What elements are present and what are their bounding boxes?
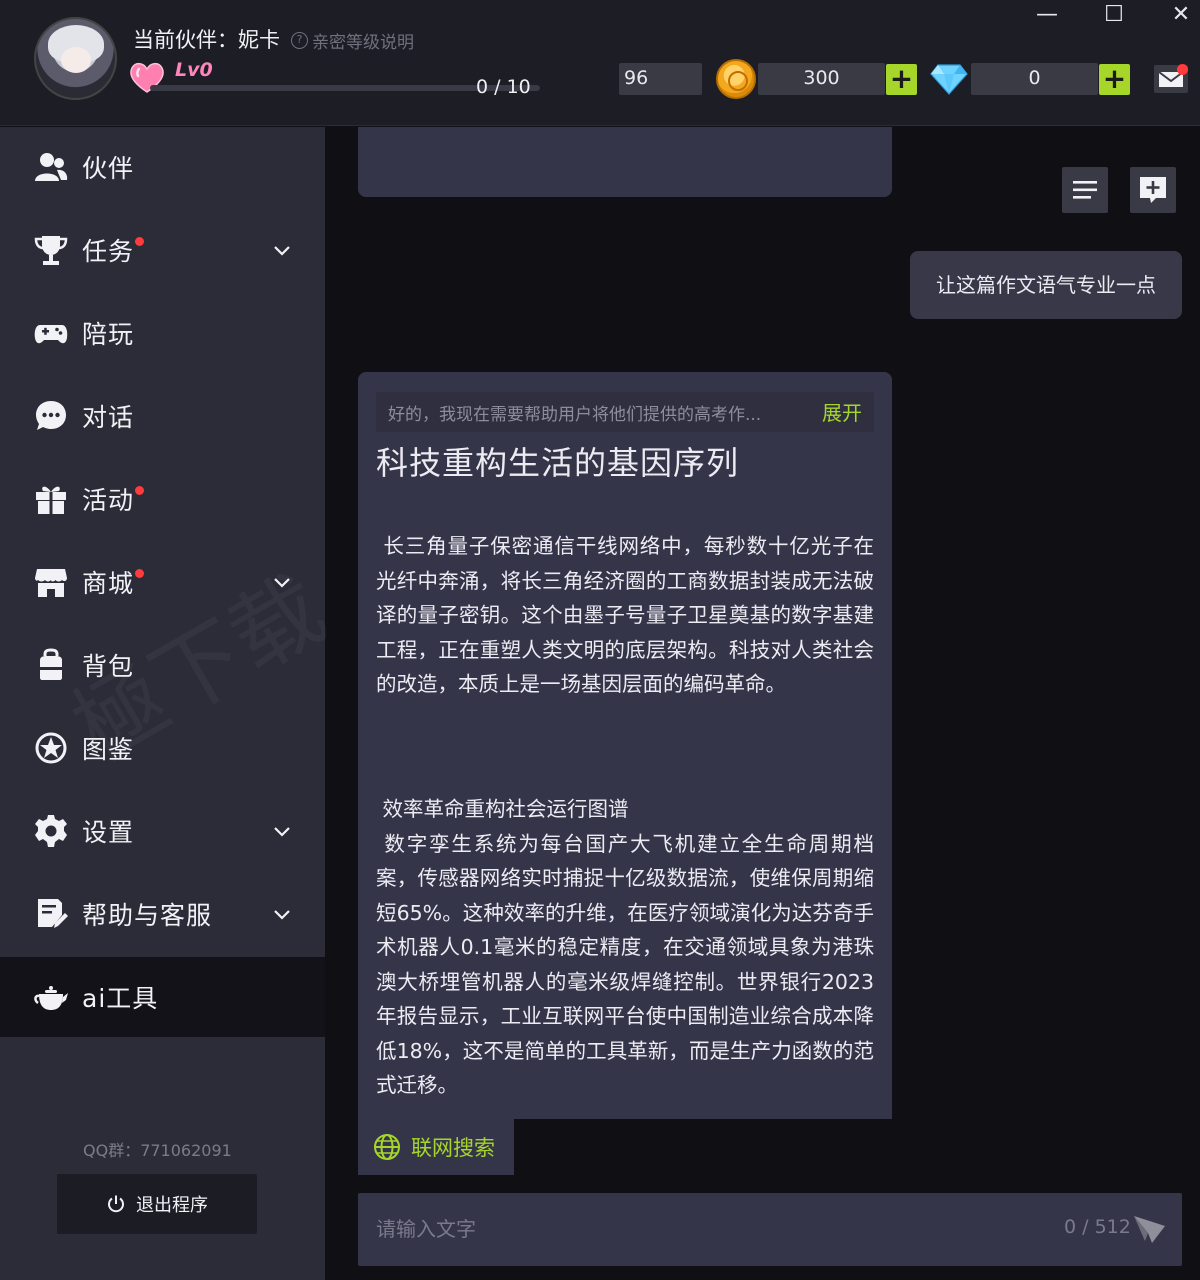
article-title: 科技重构生活的基因序列 (376, 444, 740, 482)
window-maximize-button[interactable]: ☐ (1099, 3, 1129, 29)
sidebar-item-label: 陪玩 (82, 320, 135, 349)
paragraph-body: 数字孪生系统为每台国产大飞机建立全生命周期档案，传感器网络实时捕捉十亿级数据流，… (376, 827, 874, 1103)
stat-value: 96 (619, 63, 702, 95)
avatar-face (61, 47, 91, 73)
power-icon (108, 1195, 124, 1213)
intimacy-help-link[interactable]: ? 亲密等级说明 (291, 28, 414, 53)
question-icon: ? (291, 32, 308, 49)
sidebar-item-label: 背包 (82, 652, 135, 681)
sidebar-item-ai-tools[interactable]: ai工具 (0, 957, 325, 1037)
window-minimize-button[interactable]: — (1032, 3, 1062, 29)
top-bar: 当前伙伴：妮卡 ? 亲密等级说明 Lv0 0 / 10 96 300 + 0 +… (0, 0, 1200, 126)
teapot-icon (34, 986, 68, 1010)
qq-group-text: QQ群：771062091 (83, 1141, 232, 1160)
chevron-down-icon (274, 910, 290, 920)
paragraph-heading: 效率革命重构社会运行图谱 (376, 792, 874, 827)
backpack-icon (40, 648, 62, 680)
previous-message-card (358, 127, 892, 197)
message-input-box: 0 / 512 (358, 1193, 1182, 1266)
thinking-summary-bar: 好的，我现在需要帮助用户将他们提供的高考作... 展开 (376, 392, 874, 432)
intimacy-help-label: 亲密等级说明 (312, 33, 414, 53)
thinking-summary-text: 好的，我现在需要帮助用户将他们提供的高考作... (388, 405, 762, 425)
sidebar-item-store[interactable]: 商城 (0, 542, 325, 622)
send-icon[interactable] (1132, 1212, 1166, 1246)
sidebar-item-label: 任务 (82, 237, 135, 266)
sidebar-item-label: 设置 (82, 818, 135, 847)
chevron-down-icon (274, 827, 290, 837)
level-progress-text: 0 / 10 (476, 76, 531, 98)
article-paragraph: 长三角量子保密通信干线网络中，每秒数十亿光子在光纤中奔涌，将长三角经济圈的工商数… (376, 529, 874, 702)
sidebar-item-events[interactable]: 活动 (0, 459, 325, 539)
partner-avatar[interactable] (34, 17, 117, 100)
mail-notification-dot (1177, 64, 1188, 75)
char-counter: 0 / 512 (1064, 1216, 1131, 1238)
store-notification-dot (135, 569, 144, 578)
ai-response-card: 好的，我现在需要帮助用户将他们提供的高考作... 展开 科技重构生活的基因序列 … (358, 372, 892, 1119)
gift-icon (36, 486, 66, 514)
store-icon (35, 569, 67, 597)
web-search-label: 联网搜索 (411, 1136, 495, 1160)
chat-bubble-icon (36, 401, 66, 430)
user-group-icon (35, 153, 68, 181)
sidebar-item-label: 图鉴 (82, 735, 135, 764)
article-paragraph: 效率革命重构社会运行图谱 数字孪生系统为每台国产大飞机建立全生命周期档案，传感器… (376, 792, 874, 1103)
expand-thinking-link[interactable]: 展开 (822, 397, 862, 426)
globe-icon (374, 1134, 400, 1160)
coin-balance: 300 (758, 63, 885, 95)
sidebar-item-label: ai工具 (82, 984, 159, 1013)
chevron-down-icon (274, 578, 290, 588)
sidebar-item-label: 活动 (82, 486, 135, 515)
gamepad-icon (34, 325, 68, 344)
sidebar-item-chat[interactable]: 对话 (0, 376, 325, 456)
level-badge: Lv0 (175, 59, 213, 81)
sidebar-item-label: 伙伴 (82, 154, 135, 183)
sidebar: 極下载 伙伴 任务 陪玩 对话 (0, 127, 342, 1280)
message-input[interactable] (376, 1211, 1016, 1247)
partner-name: 当前伙伴：妮卡 (133, 28, 280, 52)
exit-button[interactable]: 退出程序 (57, 1174, 257, 1234)
sidebar-item-help[interactable]: 帮助与客服 (0, 874, 325, 954)
paragraph-text: 长三角量子保密通信干线网络中，每秒数十亿光子在光纤中奔涌，将长三角经济圈的工商数… (376, 534, 874, 696)
diamond-icon (930, 64, 968, 95)
history-list-button[interactable] (1062, 167, 1108, 213)
new-chat-button[interactable] (1130, 167, 1176, 213)
sidebar-item-settings[interactable]: 设置 (0, 791, 325, 871)
trophy-icon (34, 236, 68, 265)
chevron-down-icon (274, 246, 290, 256)
sidebar-item-backpack[interactable]: 背包 (0, 625, 325, 705)
sidebar-item-label: 对话 (82, 403, 135, 432)
add-coins-button[interactable]: + (886, 64, 917, 95)
sidebar-item-collection[interactable]: 图鉴 (0, 708, 325, 788)
sidebar-item-tasks[interactable]: 任务 (0, 210, 325, 290)
window-close-button[interactable]: ✕ (1166, 3, 1196, 29)
star-badge-icon (35, 732, 67, 764)
sidebar-item-label: 帮助与客服 (82, 901, 213, 930)
exit-label: 退出程序 (136, 1195, 208, 1216)
gear-icon (35, 815, 67, 847)
sidebar-item-partner[interactable]: 伙伴 (0, 127, 325, 207)
task-notification-dot (135, 237, 144, 246)
web-search-toggle[interactable]: 联网搜索 (358, 1119, 514, 1175)
paragraph-text: 数字孪生系统为每台国产大飞机建立全生命周期档案，传感器网络实时捕捉十亿级数据流，… (376, 831, 874, 1098)
paragraph-heading-text: 效率革命重构社会运行图谱 (382, 797, 629, 821)
coin-icon (716, 59, 756, 99)
sidebar-item-label: 商城 (82, 569, 135, 598)
list-icon (1073, 181, 1097, 199)
events-notification-dot (135, 486, 144, 495)
gem-balance: 0 (971, 63, 1098, 95)
user-message-bubble: 让这篇作文语气专业一点 (910, 251, 1182, 319)
add-chat-icon (1140, 177, 1166, 203)
add-gems-button[interactable]: + (1099, 64, 1130, 95)
sidebar-item-play[interactable]: 陪玩 (0, 293, 325, 373)
help-form-icon (38, 899, 68, 928)
